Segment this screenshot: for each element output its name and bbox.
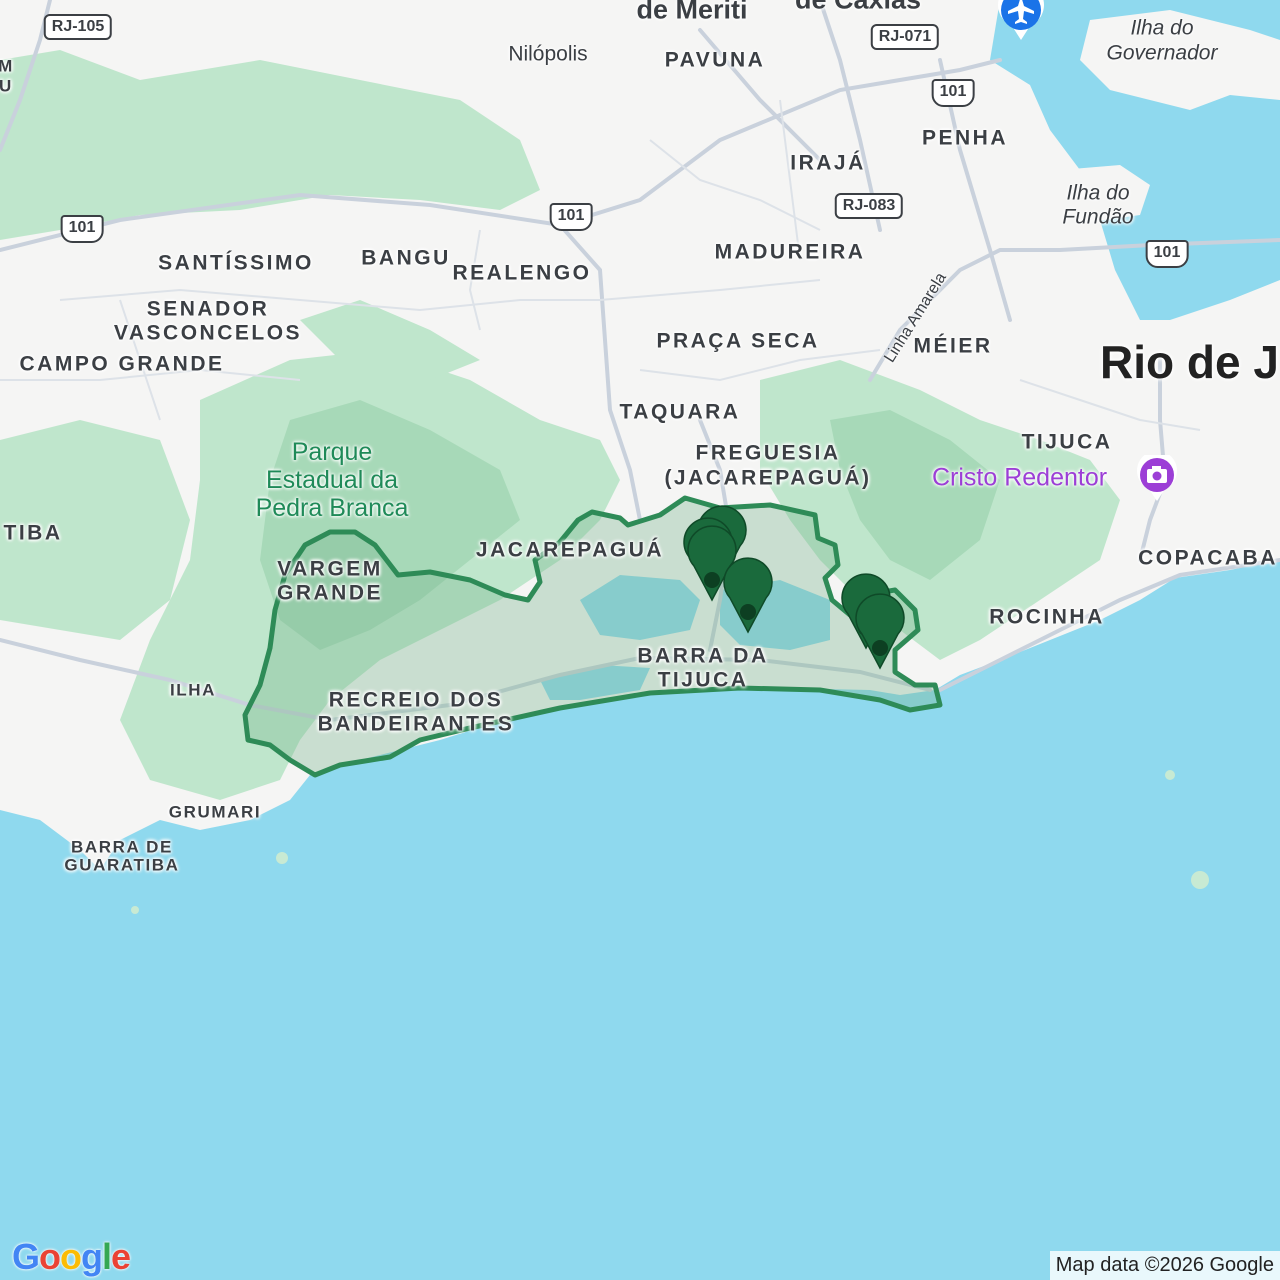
islet	[131, 906, 139, 914]
islet	[276, 852, 288, 864]
road-shield-rj105: RJ-105	[43, 14, 113, 40]
camera-icon[interactable]	[1135, 450, 1179, 503]
islet	[1191, 871, 1209, 889]
google-logo: Google	[12, 1236, 131, 1277]
road-shield-rj071: RJ-071	[870, 24, 940, 50]
map-canvas[interactable]	[0, 0, 1280, 1280]
road-shield-101: 101	[1145, 240, 1189, 268]
road-shield-101: 101	[931, 79, 975, 107]
airport-icon[interactable]	[996, 0, 1046, 42]
map-attribution[interactable]: Map data ©2026 Google	[1049, 1251, 1280, 1280]
road-shield-rj083: RJ-083	[834, 193, 904, 219]
islet	[1165, 770, 1175, 780]
road-shield-101: 101	[60, 215, 104, 243]
road-shield-101: 101	[549, 203, 593, 231]
